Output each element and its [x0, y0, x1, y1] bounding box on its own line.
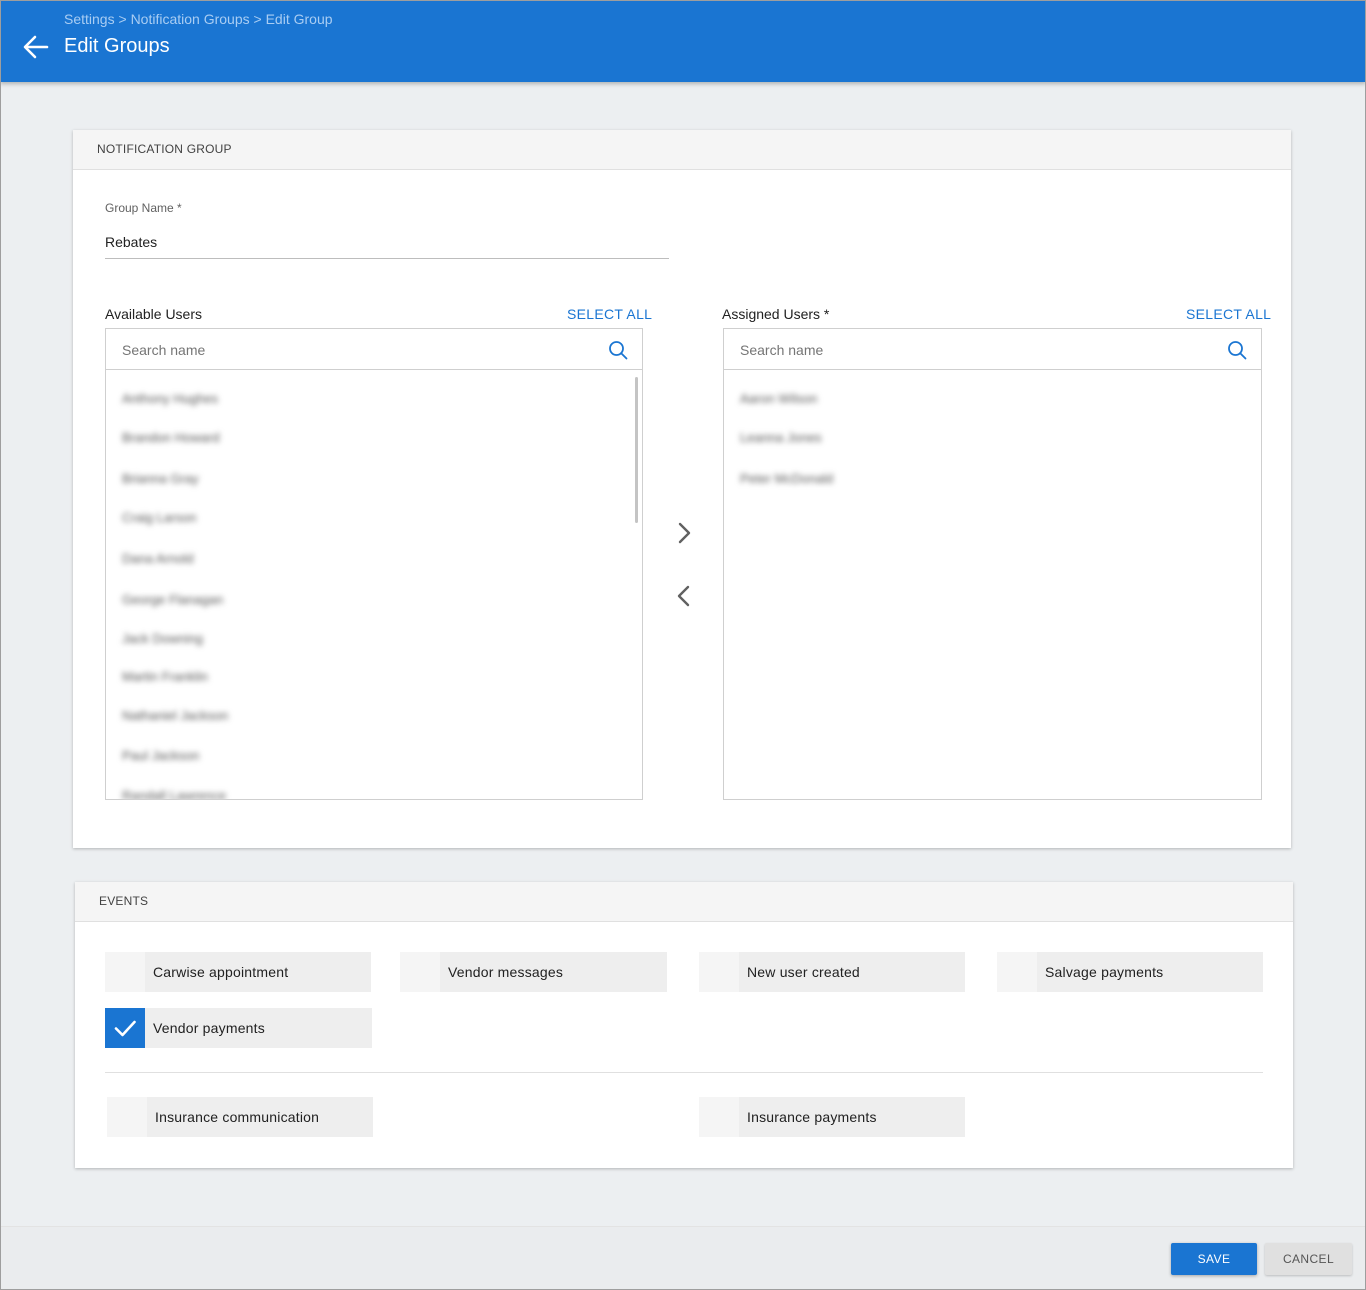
chevron-left-icon [677, 585, 690, 607]
cancel-button[interactable]: CANCEL [1265, 1243, 1352, 1275]
event-vendor-messages[interactable]: Vendor messages [400, 952, 667, 992]
event-label: Carwise appointment [153, 964, 289, 980]
list-item[interactable]: George Flanagan [122, 592, 223, 607]
checkbox[interactable] [400, 952, 440, 992]
breadcrumb-edit-group: Edit Group [265, 11, 333, 27]
list-item[interactable]: Nathaniel Jackson [122, 708, 228, 723]
footer-bar: SAVE CANCEL [0, 1226, 1366, 1290]
list-item[interactable]: Dana Arnold [122, 551, 194, 566]
list-item[interactable]: Randall Lawrence [122, 788, 226, 799]
event-vendor-payments[interactable]: Vendor payments [105, 1008, 372, 1048]
search-icon[interactable] [1227, 340, 1247, 360]
event-insurance-communication[interactable]: Insurance communication [107, 1097, 373, 1137]
chevron-right-icon [678, 522, 691, 544]
list-item[interactable]: Craig Larson [122, 510, 196, 525]
event-label: Salvage payments [1045, 964, 1164, 980]
event-label: Insurance communication [155, 1109, 320, 1125]
available-users-search-input[interactable] [122, 340, 562, 360]
check-icon [114, 1020, 136, 1037]
event-new-user-created[interactable]: New user created [699, 952, 965, 992]
list-item[interactable]: Anthony Hughes [122, 391, 218, 406]
assigned-users-title: Assigned Users * [722, 306, 830, 322]
available-users-select-all-button[interactable]: SELECT ALL [567, 306, 652, 322]
event-carwise-appointment[interactable]: Carwise appointment [105, 952, 371, 992]
events-divider [105, 1072, 1263, 1073]
event-label: Vendor payments [153, 1020, 265, 1036]
list-item[interactable]: Jack Downing [122, 631, 203, 646]
notification-group-card: NOTIFICATION GROUP Group Name * Availabl… [73, 130, 1291, 848]
page-title: Edit Groups [64, 35, 170, 57]
available-users-search [106, 329, 642, 370]
list-item[interactable]: Paul Jackson [122, 748, 199, 763]
move-left-button[interactable] [672, 582, 696, 610]
event-label: New user created [747, 964, 860, 980]
event-label: Vendor messages [448, 964, 564, 980]
back-button[interactable] [20, 32, 52, 62]
breadcrumb-separator: > [253, 11, 262, 27]
events-section-title: EVENTS [75, 882, 1293, 922]
breadcrumb-notification-groups[interactable]: Notification Groups [131, 11, 250, 27]
assigned-users-search [724, 329, 1261, 370]
assigned-users-items: Aaron Wilson Leanna Jones Peter McDonald [724, 370, 1261, 799]
checkbox[interactable] [699, 1097, 739, 1137]
checkbox[interactable] [105, 952, 145, 992]
breadcrumb-separator: > [118, 11, 127, 27]
checkbox[interactable] [997, 952, 1037, 992]
group-name-label: Group Name * [105, 201, 182, 215]
list-item[interactable]: Martin Franklin [122, 669, 208, 684]
save-button[interactable]: SAVE [1171, 1243, 1257, 1275]
available-users-items: Anthony Hughes Brandon Howard Brianna Gr… [106, 370, 642, 799]
assigned-users-list: Aaron Wilson Leanna Jones Peter McDonald [723, 328, 1262, 800]
checkbox-checked[interactable] [105, 1008, 145, 1048]
list-item[interactable]: Peter McDonald [740, 471, 833, 486]
search-icon[interactable] [608, 340, 628, 360]
breadcrumb-settings[interactable]: Settings [64, 11, 115, 27]
assigned-users-select-all-button[interactable]: SELECT ALL [1186, 306, 1271, 322]
events-card: EVENTS Carwise appointment Vendor messag… [75, 882, 1293, 1168]
list-item[interactable]: Brandon Howard [122, 430, 220, 445]
breadcrumb: Settings > Notification Groups > Edit Gr… [64, 11, 333, 27]
app-header: Settings > Notification Groups > Edit Gr… [0, 0, 1366, 82]
checkbox[interactable] [699, 952, 739, 992]
list-item[interactable]: Leanna Jones [740, 430, 822, 445]
checkbox[interactable] [107, 1097, 147, 1137]
arrow-left-icon [23, 35, 49, 59]
list-item[interactable]: Aaron Wilson [740, 391, 817, 406]
event-label: Insurance payments [747, 1109, 877, 1125]
available-users-title: Available Users [105, 306, 203, 322]
available-users-scrollbar[interactable] [635, 377, 638, 523]
event-insurance-payments[interactable]: Insurance payments [699, 1097, 965, 1137]
assigned-users-search-input[interactable] [740, 340, 1180, 360]
group-name-input[interactable] [105, 226, 669, 259]
notification-group-section-title: NOTIFICATION GROUP [73, 130, 1291, 170]
available-users-list: Anthony Hughes Brandon Howard Brianna Gr… [105, 328, 643, 800]
move-right-button[interactable] [672, 519, 696, 547]
list-item[interactable]: Brianna Gray [122, 471, 199, 486]
event-salvage-payments[interactable]: Salvage payments [997, 952, 1263, 992]
